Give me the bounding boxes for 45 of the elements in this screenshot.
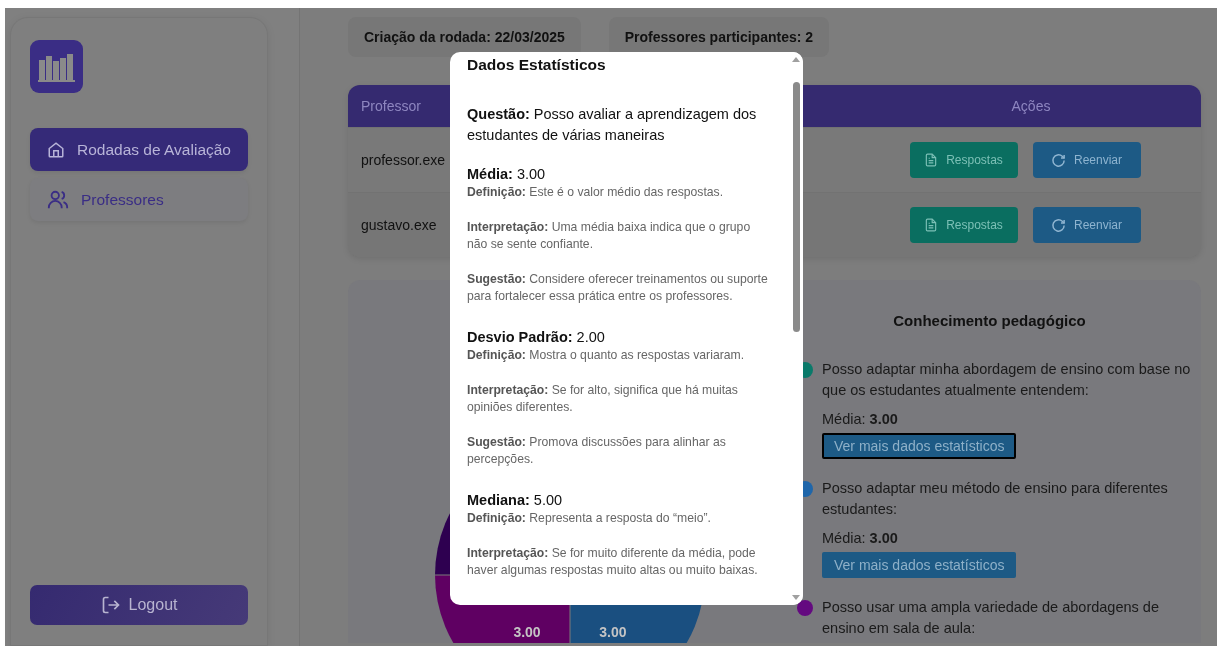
document-icon — [924, 217, 939, 233]
dialog-title: Dados Estatísticos — [467, 56, 607, 74]
resend-button[interactable]: Reenviar — [1032, 207, 1141, 243]
stat-heading: Desvio Padrão: 2.00 — [467, 328, 606, 347]
info-badge: Criação da rodada: 22/03/2025 — [348, 17, 581, 57]
refresh-icon — [1051, 217, 1066, 233]
slice-label: 3.00 — [513, 624, 541, 640]
scroll-up-icon[interactable] — [792, 57, 800, 62]
stat-note: Interpretação: Uma média baixa indica que o grupo não se sente confiante. — [467, 219, 752, 253]
stat-heading: Média: 3.00 — [467, 165, 547, 184]
stat-note: Definição: Mostra o quanto as respostas variaram. — [467, 347, 746, 364]
resend-button[interactable]: Reenviar — [1032, 142, 1141, 178]
column-header: Ações — [1011, 98, 1051, 114]
nav-item[interactable]: Rodadas de Avaliação — [30, 128, 248, 171]
question-text: Posso adaptar meu método de ensino para diferentes estudantes: — [822, 479, 1169, 519]
responses-button[interactable]: Respostas — [909, 207, 1018, 243]
logo-icon — [30, 40, 83, 93]
nav-item[interactable]: Professores — [30, 178, 248, 221]
scroll-down-icon[interactable] — [792, 595, 800, 600]
users-icon — [47, 188, 69, 211]
slice-label: 3.00 — [599, 624, 627, 640]
stat-heading: Mediana: 5.00 — [467, 491, 564, 510]
more-stats-button[interactable]: Ver mais dados estatísticos — [822, 433, 1017, 459]
mean-value: Média: 3.00 — [822, 411, 899, 427]
table-cell: gustavo.exe — [361, 217, 437, 233]
stat-note: Interpretação: Se for muito diferente da média, pode haver algumas respostas muito altas ou muito baixas. — [467, 545, 759, 579]
chart-title: Conhecimento pedagógico — [892, 312, 1087, 329]
question-text: Posso usar uma ampla variedade de abordagens de ensino em sala de aula: — [822, 598, 1160, 638]
more-stats-button[interactable]: Ver mais dados estatísticos — [822, 552, 1017, 578]
document-icon — [924, 152, 939, 168]
scrollbar-thumb[interactable] — [793, 82, 800, 332]
stat-note: Definição: Este é o valor médio das respostas. — [467, 184, 725, 201]
refresh-icon — [1051, 152, 1066, 168]
question-text: Posso adaptar minha abordagem de ensino com base no que os estudantes atualmente entendem: — [822, 360, 1191, 400]
stat-note: Definição: Representa a resposta do “meio”. — [467, 510, 712, 527]
responses-button[interactable]: Respostas — [909, 142, 1018, 178]
question-text: Questão: Posso avaliar a aprendizagem dos estudantes de várias maneiras — [467, 105, 758, 145]
stat-note: Interpretação: Se for alto, significa que há muitas opiniões diferentes. — [467, 382, 739, 416]
mean-value: Média: 3.00 — [822, 530, 899, 546]
column-header: Professor — [361, 98, 421, 114]
stat-note: Sugestão: Promova discussões para alinhar as percepções. — [467, 434, 727, 468]
table-cell: professor.exe — [361, 152, 446, 168]
logout-button[interactable]: Logout — [30, 585, 248, 625]
stat-note: Sugestão: Considere oferecer treinamentos ou suporte para fortalecer essa prática entre os professores. — [467, 271, 769, 305]
logout-icon — [100, 595, 121, 615]
